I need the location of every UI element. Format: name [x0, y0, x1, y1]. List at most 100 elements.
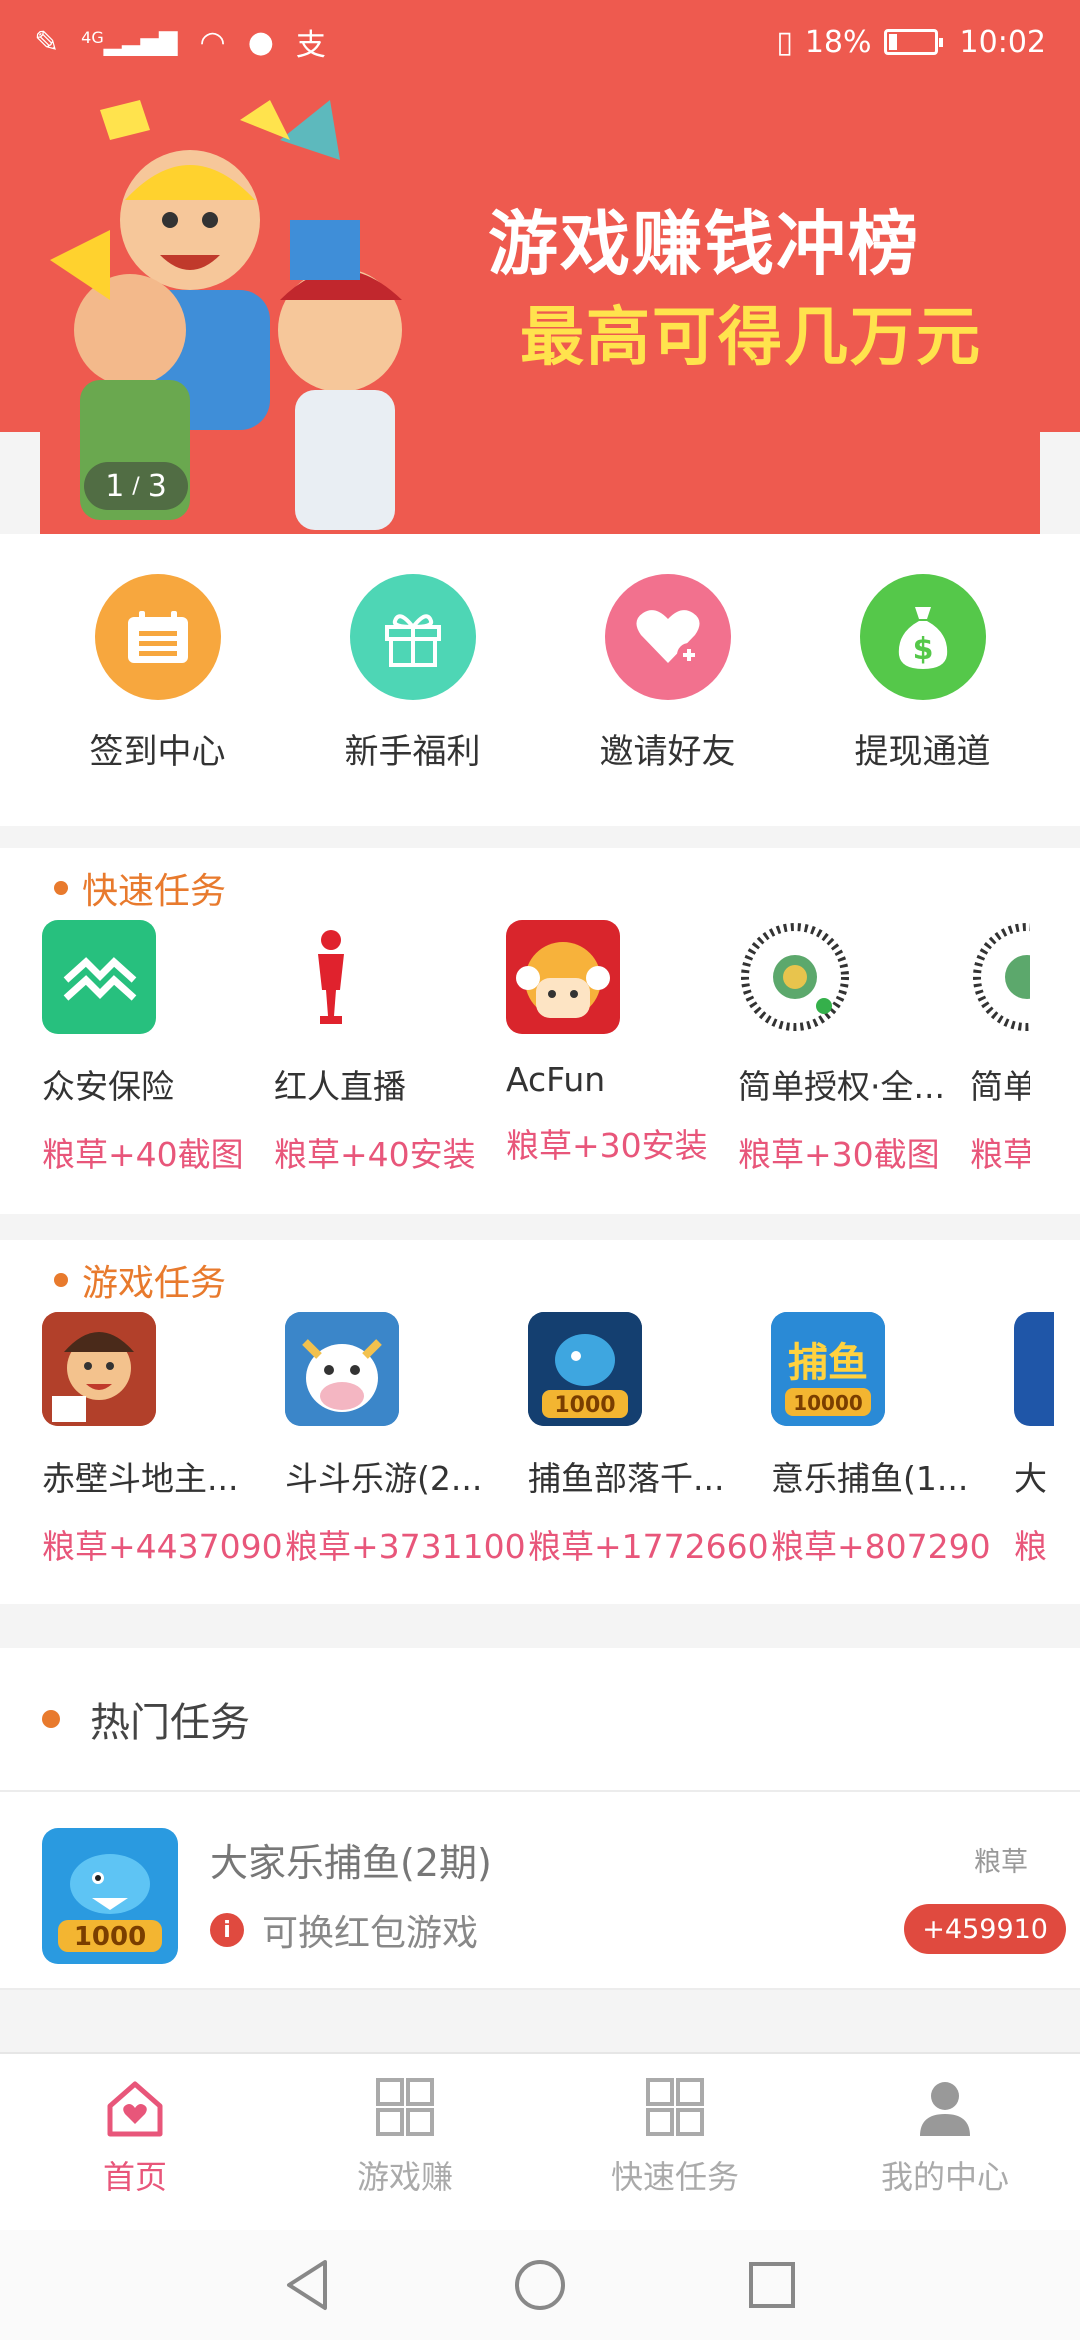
- task-name: 众安保险: [42, 1067, 174, 1106]
- bullet-dot: [54, 881, 68, 895]
- shortcut-checkin[interactable]: 签到中心: [48, 574, 268, 826]
- task-name: 斗斗乐游(2...: [285, 1459, 483, 1498]
- game-task-item[interactable]: 大 粮: [1014, 1312, 1054, 1568]
- clock: 10:02: [959, 24, 1046, 60]
- shortcut-label: 新手福利: [344, 732, 481, 772]
- quick-task-item[interactable]: 简单授权·全... 粮草+30截图: [738, 920, 970, 1176]
- gift-icon: [349, 574, 476, 700]
- pager-total: 3: [147, 468, 167, 504]
- vibrate-icon: ▯: [776, 24, 793, 60]
- network-type: 4G: [81, 28, 104, 47]
- mini-program-qr-icon: [738, 920, 852, 1034]
- section-title: 快速任务: [82, 871, 227, 912]
- back-icon[interactable]: [283, 2258, 333, 2312]
- bullet-dot: [42, 1710, 60, 1728]
- game-task-item[interactable]: 赤壁斗地主... 粮草+4437090: [42, 1312, 285, 1568]
- grid-icon: [646, 2078, 704, 2136]
- shortcut-label: 邀请好友: [599, 732, 736, 772]
- quick-task-section: 快速任务 众安保险 粮草+40截图 红人直播 粮草+40安装 AcFun 粮草+…: [0, 848, 1080, 1214]
- shortcut-label: 提现通道: [854, 732, 991, 772]
- home-circle-icon[interactable]: [513, 2258, 567, 2312]
- task-name: 简单: [970, 1067, 1030, 1106]
- calendar-icon: [94, 574, 221, 700]
- task-reward: 粮: [1014, 1527, 1047, 1566]
- section-title: 游戏任务: [82, 1263, 227, 1304]
- battery-icon: [883, 29, 943, 55]
- game-task-item[interactable]: 捕鱼 10000 意乐捕鱼(1... 粮草+807290: [771, 1312, 1014, 1568]
- game-task-item[interactable]: 斗斗乐游(2... 粮草+3731100: [285, 1312, 528, 1568]
- nav-label: 游戏赚: [356, 2158, 453, 2196]
- shortcut-label: 签到中心: [89, 732, 226, 772]
- user-icon: [920, 2082, 970, 2136]
- wifi-icon: ◠: [199, 24, 226, 60]
- bottom-nav: 首页 游戏赚 快速任务 我的中心: [0, 2052, 1080, 2230]
- task-name: 大: [1014, 1459, 1047, 1498]
- quick-task-item[interactable]: 红人直播 粮草+40安装: [274, 920, 506, 1176]
- recents-icon[interactable]: [747, 2260, 797, 2310]
- quick-task-item[interactable]: 众安保险 粮草+40截图: [42, 920, 274, 1176]
- home-heart-icon: [107, 2081, 163, 2137]
- status-bar: ✎ 4G▂▃▅▇ ◠ ● 支 ▯ 18% 10:02: [0, 0, 1080, 84]
- game-task-header: 游戏任务: [54, 1254, 226, 1306]
- task-reward: 粮草+4437090: [42, 1527, 283, 1566]
- hot-task-name: 大家乐捕鱼(2期): [210, 1841, 492, 1885]
- game-task-item[interactable]: 1000 捕鱼部落千... 粮草+1772660: [528, 1312, 771, 1568]
- svg-text:捕鱼: 捕鱼: [788, 1340, 868, 1386]
- zhongan-icon: [42, 920, 156, 1034]
- cow-game-icon: [285, 1312, 399, 1426]
- svg-text:$: $: [912, 632, 933, 667]
- hot-task-desc-text: 可换红包游戏: [262, 1913, 479, 1954]
- svg-text:1000: 1000: [74, 1922, 146, 1952]
- nav-label: 我的中心: [880, 2158, 1009, 2196]
- task-reward: 粮草+40截图: [42, 1135, 244, 1174]
- game-icon: [1014, 1312, 1054, 1426]
- quick-task-item[interactable]: 简单 粮草: [970, 920, 1030, 1176]
- banner-title: 游戏赚钱冲榜: [488, 203, 920, 285]
- task-name: AcFun: [506, 1060, 606, 1099]
- banner-pager: 1 / 3: [84, 462, 188, 510]
- hot-task-reward-badge: +459910: [904, 1904, 1066, 1954]
- nav-my-center[interactable]: 我的中心: [810, 2054, 1080, 2230]
- info-icon: i: [210, 1913, 244, 1947]
- banner-corner-right: [1040, 432, 1080, 534]
- trophy-figure-icon: [274, 920, 388, 1034]
- task-reward: 粮草+30安装: [506, 1126, 708, 1165]
- task-reward: 粮草+1772660: [528, 1527, 769, 1566]
- task-reward: 粮草+3731100: [285, 1527, 526, 1566]
- yile-fishing-icon: 捕鱼 10000: [771, 1312, 885, 1426]
- shortcut-invite[interactable]: 邀请好友: [558, 574, 778, 826]
- mini-program-qr-icon: [970, 920, 1030, 1034]
- task-reward: 粮草+40安装: [274, 1135, 476, 1174]
- dajiale-fishing-icon: 1000: [42, 1828, 178, 1964]
- task-name: 赤壁斗地主...: [42, 1459, 239, 1498]
- task-reward: 粮草: [970, 1135, 1030, 1174]
- task-reward: 粮草+807290: [771, 1527, 991, 1566]
- svg-text:10000: 10000: [793, 1391, 863, 1415]
- hot-task-desc: i 可换红包游戏: [210, 1904, 478, 1956]
- task-reward: 粮草+30截图: [738, 1135, 940, 1174]
- task-name: 捕鱼部落千...: [528, 1459, 725, 1498]
- pencil-icon: ✎: [34, 24, 60, 60]
- task-name: 红人直播: [274, 1067, 406, 1106]
- qq-icon: ●: [247, 24, 274, 60]
- pager-separator: /: [132, 473, 140, 499]
- battery-fill: [888, 34, 898, 50]
- nav-home[interactable]: 首页: [0, 2054, 270, 2230]
- game-task-list: 赤壁斗地主... 粮草+4437090 斗斗乐游(2... 粮草+3731100…: [42, 1312, 1054, 1568]
- game-task-section: 游戏任务 赤壁斗地主... 粮草+4437090 斗斗乐游(2... 粮草+37…: [0, 1240, 1080, 1604]
- quick-task-item[interactable]: AcFun 粮草+30安装: [506, 920, 738, 1176]
- banner-corner-left: [0, 432, 40, 534]
- svg-text:1000: 1000: [554, 1393, 615, 1418]
- shortcut-withdraw[interactable]: $ 提现通道: [813, 574, 1033, 826]
- alipay-icon: 支: [295, 28, 326, 63]
- task-name: 意乐捕鱼(1...: [771, 1459, 969, 1498]
- system-nav-bar: [0, 2230, 1080, 2340]
- hot-task-item[interactable]: 1000 大家乐捕鱼(2期) i 可换红包游戏 粮草 +459910: [0, 1790, 1080, 1990]
- pager-current: 1: [105, 468, 125, 504]
- shortcut-newbie[interactable]: 新手福利: [303, 574, 523, 826]
- nav-quick-tasks[interactable]: 快速任务: [540, 2054, 810, 2230]
- quick-task-list: 众安保险 粮草+40截图 红人直播 粮草+40安装 AcFun 粮草+30安装 …: [42, 920, 1030, 1176]
- section-title: 热门任务: [90, 1700, 250, 1746]
- task-name: 简单授权·全...: [738, 1067, 945, 1106]
- nav-game-earn[interactable]: 游戏赚: [270, 2054, 540, 2230]
